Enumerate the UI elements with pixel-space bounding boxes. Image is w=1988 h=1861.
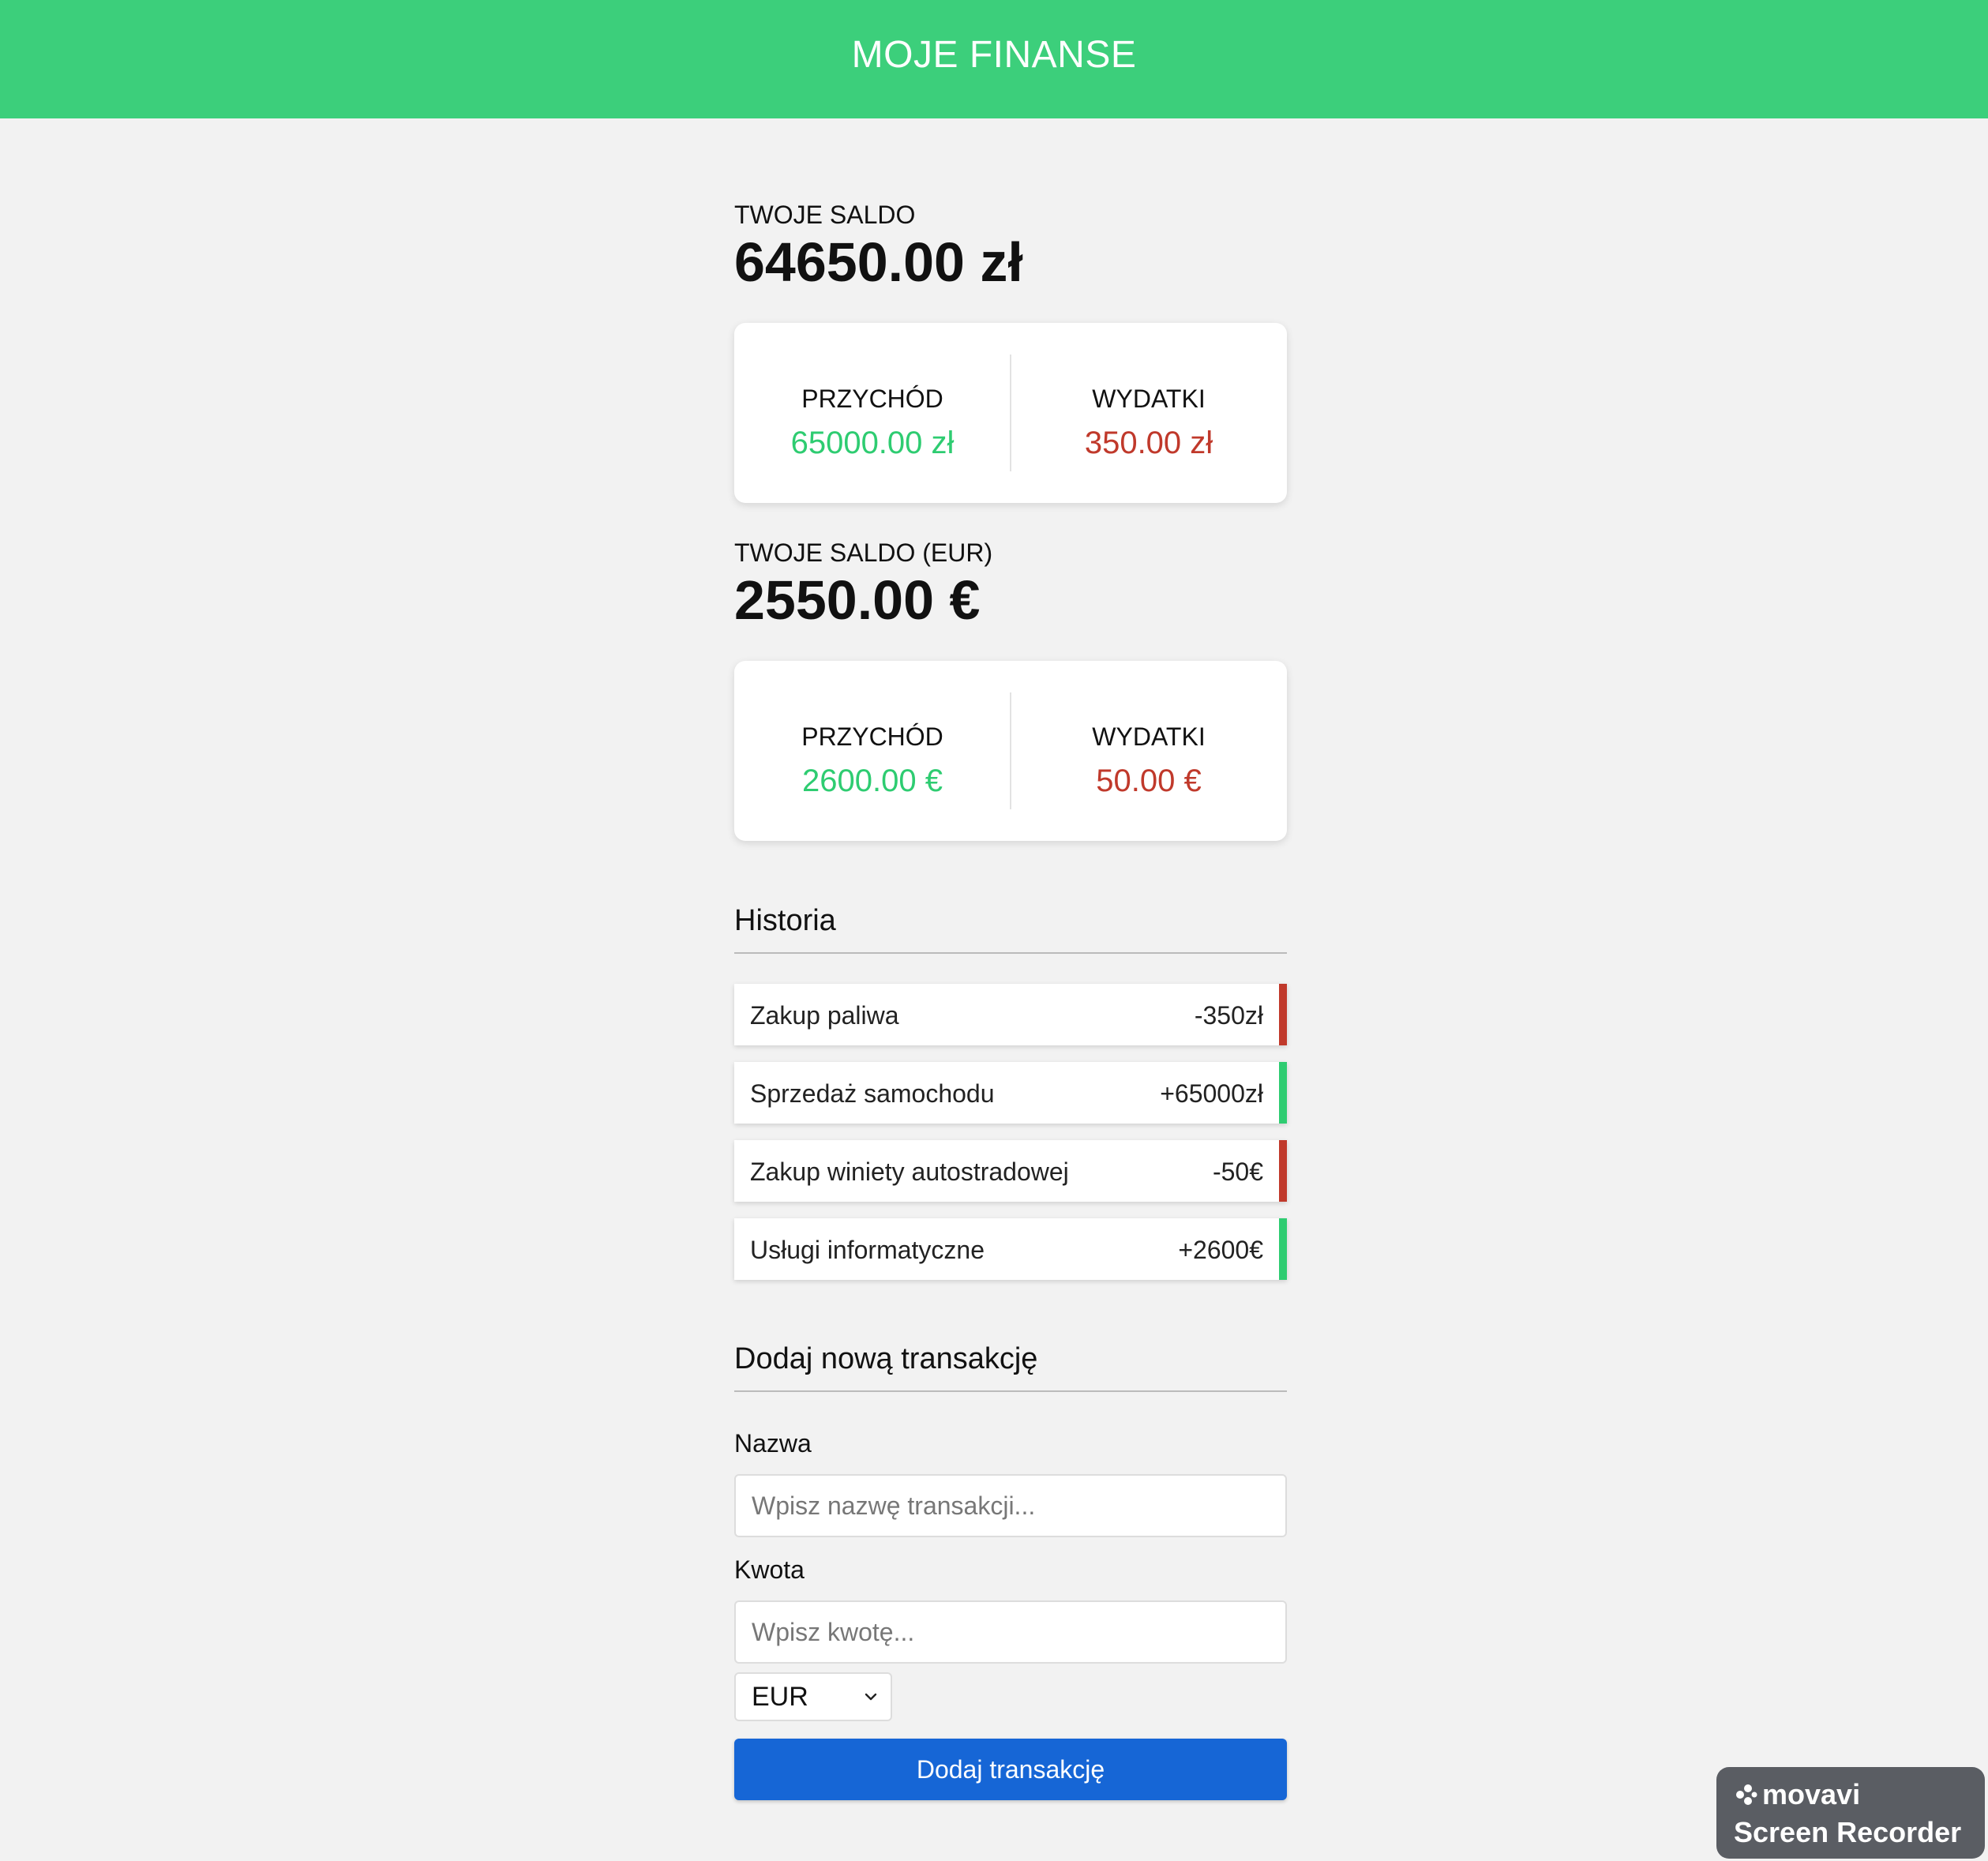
pln-income-column: PRZYCHÓD 65000.00 zł (734, 323, 1011, 503)
history-item[interactable]: Zakup paliwa -350zł (734, 984, 1287, 1045)
history-item[interactable]: Zakup winiety autostradowej -50€ (734, 1140, 1287, 1202)
expense-marker (1279, 984, 1287, 1045)
history-item-name: Usługi informatyczne (750, 1236, 985, 1264)
eur-expense-column: WYDATKI 50.00 € (1011, 661, 1287, 841)
history-item-amount: -50€ (1212, 1157, 1263, 1186)
name-label: Nazwa (734, 1429, 812, 1458)
history-item-amount: +2600€ (1178, 1236, 1263, 1264)
expense-marker (1279, 1140, 1287, 1202)
transaction-name-input[interactable] (734, 1474, 1287, 1537)
pln-summary-card: PRZYCHÓD 65000.00 zł WYDATKI 350.00 zł (734, 323, 1287, 503)
pln-expense-value: 350.00 zł (1084, 426, 1213, 460)
pln-balance-label: TWOJE SALDO (734, 201, 916, 229)
pln-expense-label: WYDATKI (1092, 385, 1206, 413)
amount-label: Kwota (734, 1555, 805, 1584)
income-marker (1279, 1218, 1287, 1280)
history-item[interactable]: Usługi informatyczne +2600€ (734, 1218, 1287, 1280)
chevron-down-icon (865, 1693, 877, 1701)
currency-select[interactable]: EUR (734, 1672, 892, 1721)
history-item[interactable]: Sprzedaż samochodu +65000zł (734, 1062, 1287, 1124)
app-title: MOJE FINANSE (851, 33, 1137, 76)
income-marker (1279, 1062, 1287, 1124)
eur-summary-card: PRZYCHÓD 2600.00 € WYDATKI 50.00 € (734, 661, 1287, 841)
pln-expense-column: WYDATKI 350.00 zł (1011, 323, 1287, 503)
eur-balance-label: TWOJE SALDO (EUR) (734, 538, 993, 567)
pln-income-label: PRZYCHÓD (801, 385, 943, 413)
pln-income-value: 65000.00 zł (790, 426, 955, 460)
eur-income-column: PRZYCHÓD 2600.00 € (734, 661, 1011, 841)
eur-income-value: 2600.00 € (802, 764, 943, 798)
history-item-name: Zakup paliwa (750, 1001, 899, 1030)
watermark-product: Screen Recorder (1734, 1816, 1962, 1848)
transaction-amount-input[interactable] (734, 1600, 1287, 1664)
history-item-amount: -350zł (1194, 1001, 1263, 1030)
history-item-name: Sprzedaż samochodu (750, 1079, 995, 1108)
history-item-name: Zakup winiety autostradowej (750, 1157, 1069, 1186)
watermark-brand: movavi (1762, 1778, 1861, 1810)
add-transaction-button[interactable]: Dodaj transakcję (734, 1739, 1287, 1800)
app-header: MOJE FINANSE (0, 0, 1988, 118)
eur-balance-value: 2550.00 € (734, 569, 981, 631)
eur-income-label: PRZYCHÓD (801, 722, 943, 751)
currency-select-value: EUR (752, 1682, 808, 1712)
eur-expense-label: WYDATKI (1092, 722, 1206, 751)
pln-balance-value: 64650.00 zł (734, 231, 1023, 293)
add-transaction-title: Dodaj nową transakcję (734, 1342, 1287, 1392)
recorder-watermark: movavi Screen Recorder (1716, 1767, 1985, 1859)
eur-expense-value: 50.00 € (1096, 764, 1202, 798)
history-title: Historia (734, 904, 1287, 954)
movavi-logo-icon (1736, 1784, 1757, 1805)
history-item-amount: +65000zł (1160, 1079, 1263, 1108)
